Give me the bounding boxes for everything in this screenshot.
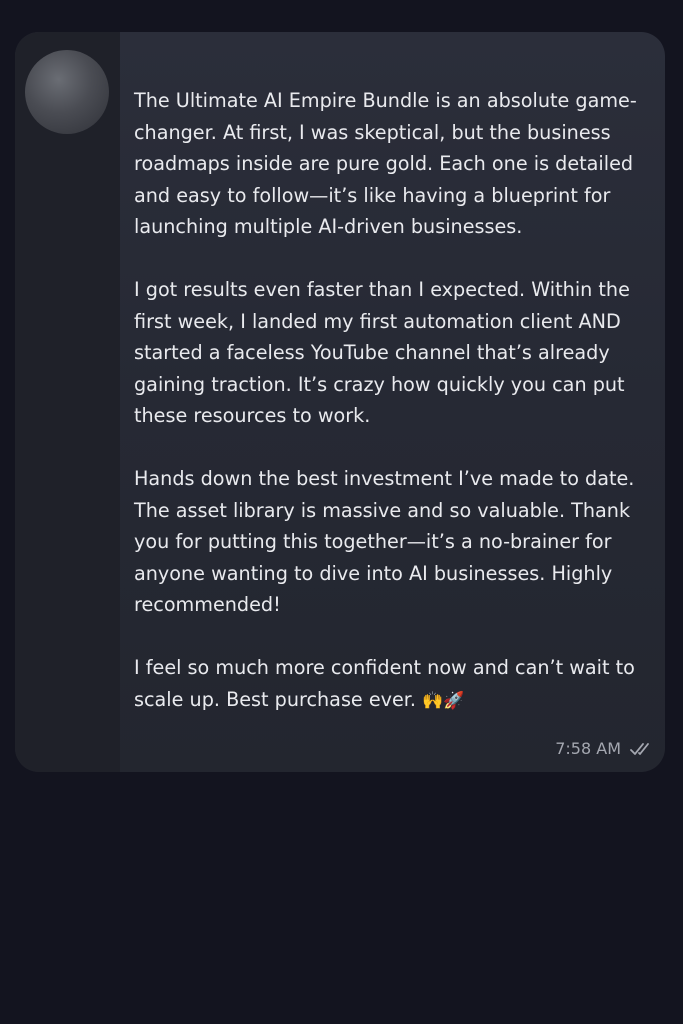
- message-paragraph-4-text: I feel so much more confident now and ca…: [134, 656, 635, 711]
- message-bubble[interactable]: The Ultimate AI Empire Bundle is an abso…: [15, 32, 665, 772]
- message-time: 7:58 AM: [555, 739, 621, 758]
- message-paragraph-4: I feel so much more confident now and ca…: [134, 652, 654, 717]
- raising-hands-rocket-emoji: 🙌🚀: [422, 690, 465, 711]
- sender-column: [15, 32, 120, 772]
- message-paragraph-1: The Ultimate AI Empire Bundle is an abso…: [134, 89, 637, 238]
- double-check-icon: [629, 741, 655, 757]
- message-paragraph-3: Hands down the best investment I’ve made…: [134, 467, 635, 616]
- message-meta: 7:58 AM: [555, 739, 655, 758]
- message-paragraph-2: I got results even faster than I expecte…: [134, 278, 630, 427]
- message-text: The Ultimate AI Empire Bundle is an abso…: [134, 85, 654, 717]
- avatar[interactable]: [25, 50, 109, 134]
